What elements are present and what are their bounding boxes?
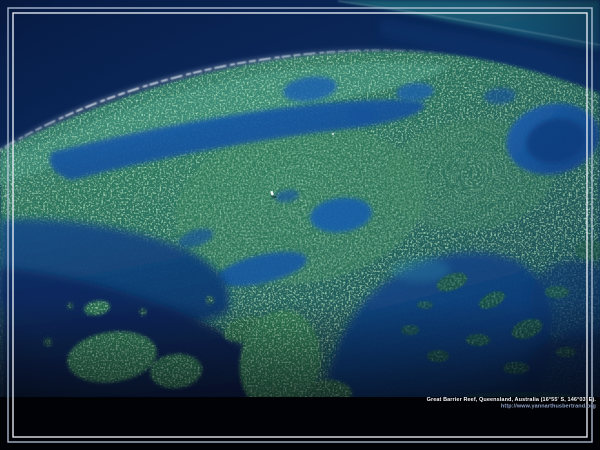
caption-band: [0, 392, 600, 450]
reef-aerial-photo: [0, 0, 600, 450]
desktop-wallpaper: Great Barrier Reef, Queensland, Australi…: [0, 0, 600, 450]
bottom-fade: [0, 300, 600, 400]
